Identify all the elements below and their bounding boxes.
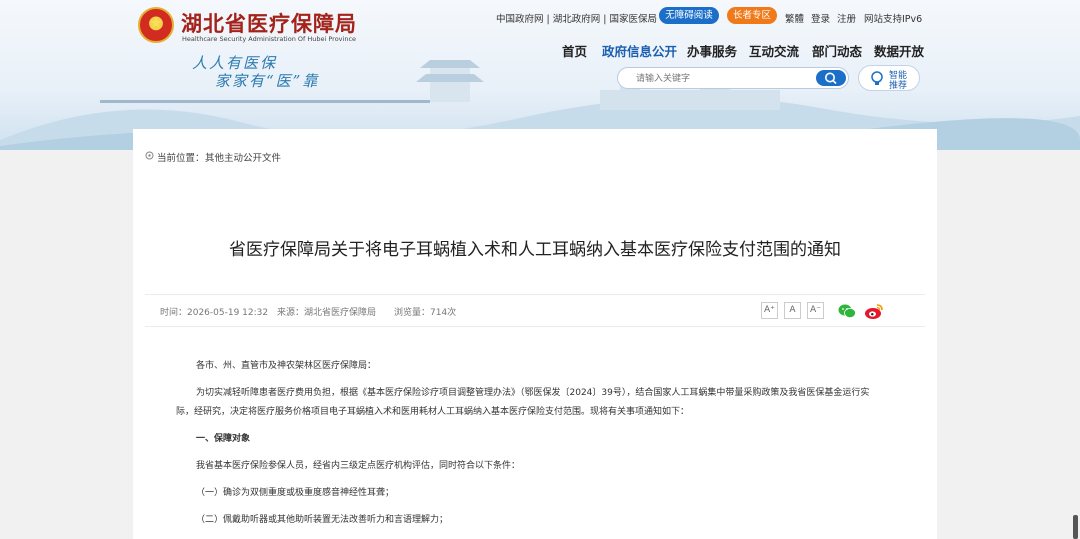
register-link[interactable]: 注册 <box>837 11 856 25</box>
nav-interaction[interactable]: 互动交流 <box>749 41 799 60</box>
search-icon <box>825 72 837 85</box>
page-scrollbar[interactable] <box>1073 515 1078 539</box>
smart-recommend-button[interactable]: 智能 推荐 <box>858 65 920 91</box>
breadcrumb-link[interactable]: 其他主动公开文件 <box>205 150 281 164</box>
nav-open-data[interactable]: 数据开放 <box>874 41 924 60</box>
site-title[interactable]: 湖北省医疗保障局 <box>181 8 357 38</box>
publish-time: 时间：2026-05-19 12:32 <box>160 308 269 318</box>
slogan-line2: 家家有“医”靠 <box>215 72 320 90</box>
ipv6-label: 网站支持IPv6 <box>864 14 923 25</box>
site-subtitle: Healthcare Security Administration Of Hu… <box>182 35 357 43</box>
nav-gov-info[interactable]: 政府信息公开 <box>602 41 677 60</box>
breadcrumb-label: 当前位置： <box>157 153 205 164</box>
nav-services[interactable]: 办事服务 <box>687 41 737 60</box>
article-source: 来源：湖北省医疗保障局 <box>277 308 377 318</box>
article-paragraph: （一）确诊为双侧重度或极重度感音神经性耳聋； <box>196 488 395 498</box>
traditional-chinese-link[interactable]: 繁體 <box>785 11 804 25</box>
nav-news[interactable]: 部门动态 <box>812 41 862 60</box>
accessible-reading-button[interactable]: 无障碍阅读 <box>659 7 719 24</box>
article-paragraph: 际，经研究，决定将医疗服务价格项目电子耳蜗植入术和医用耗材人工耳蜗纳入基本医疗保… <box>176 407 690 417</box>
article-paragraph: 我省基本医疗保险参保人员，经省内三级定点医疗机构评估，同时符合以下条件： <box>196 461 521 471</box>
article-paragraph: 各市、州、直管市及神农架林区医疗保障局： <box>196 361 377 371</box>
lightbulb-icon <box>871 71 883 85</box>
article-card: 当前位置： 其他主动公开文件 省医疗保障局关于将电子耳蜗植入术和人工耳蜗纳入基本… <box>133 129 937 539</box>
gov-links[interactable]: 中国政府网 | 湖北政府网 | 国家医保局 <box>496 11 657 25</box>
search-button[interactable] <box>816 70 846 86</box>
location-icon <box>145 151 154 160</box>
search-box <box>617 67 849 89</box>
font-smaller-button[interactable]: A⁻ <box>807 302 824 319</box>
view-count: 浏览量：714次 <box>394 308 457 318</box>
smart-label-line2: 推荐 <box>889 81 908 91</box>
article-meta-bar: 时间：2026-05-19 12:32 来源：湖北省医疗保障局 浏览量：714次… <box>145 294 925 327</box>
article-paragraph: 为切实减轻听障患者医疗费用负担，根据《基本医疗保险诊疗项目调整管理办法》（鄂医保… <box>196 388 870 398</box>
site-header: 湖北省医疗保障局 Healthcare Security Administrat… <box>0 0 1080 150</box>
weibo-share-icon[interactable] <box>864 303 884 320</box>
wechat-share-icon[interactable] <box>838 303 856 319</box>
elder-zone-button[interactable]: 长者专区 <box>727 7 777 24</box>
article-paragraph: （二）佩戴助听器或其他助听装置无法改善听力和言语理解力； <box>196 515 449 525</box>
font-normal-button[interactable]: A <box>784 302 801 319</box>
national-emblem-logo[interactable] <box>138 7 174 43</box>
font-larger-button[interactable]: A⁺ <box>761 302 778 319</box>
search-input[interactable] <box>636 71 816 86</box>
article-title: 省医疗保障局关于将电子耳蜗植入术和人工耳蜗纳入基本医疗保险支付范围的通知 <box>229 240 841 260</box>
article-section-heading: 一、保障对象 <box>196 434 251 444</box>
nav-home[interactable]: 首页 <box>562 41 587 60</box>
login-link[interactable]: 登录 <box>811 11 830 25</box>
